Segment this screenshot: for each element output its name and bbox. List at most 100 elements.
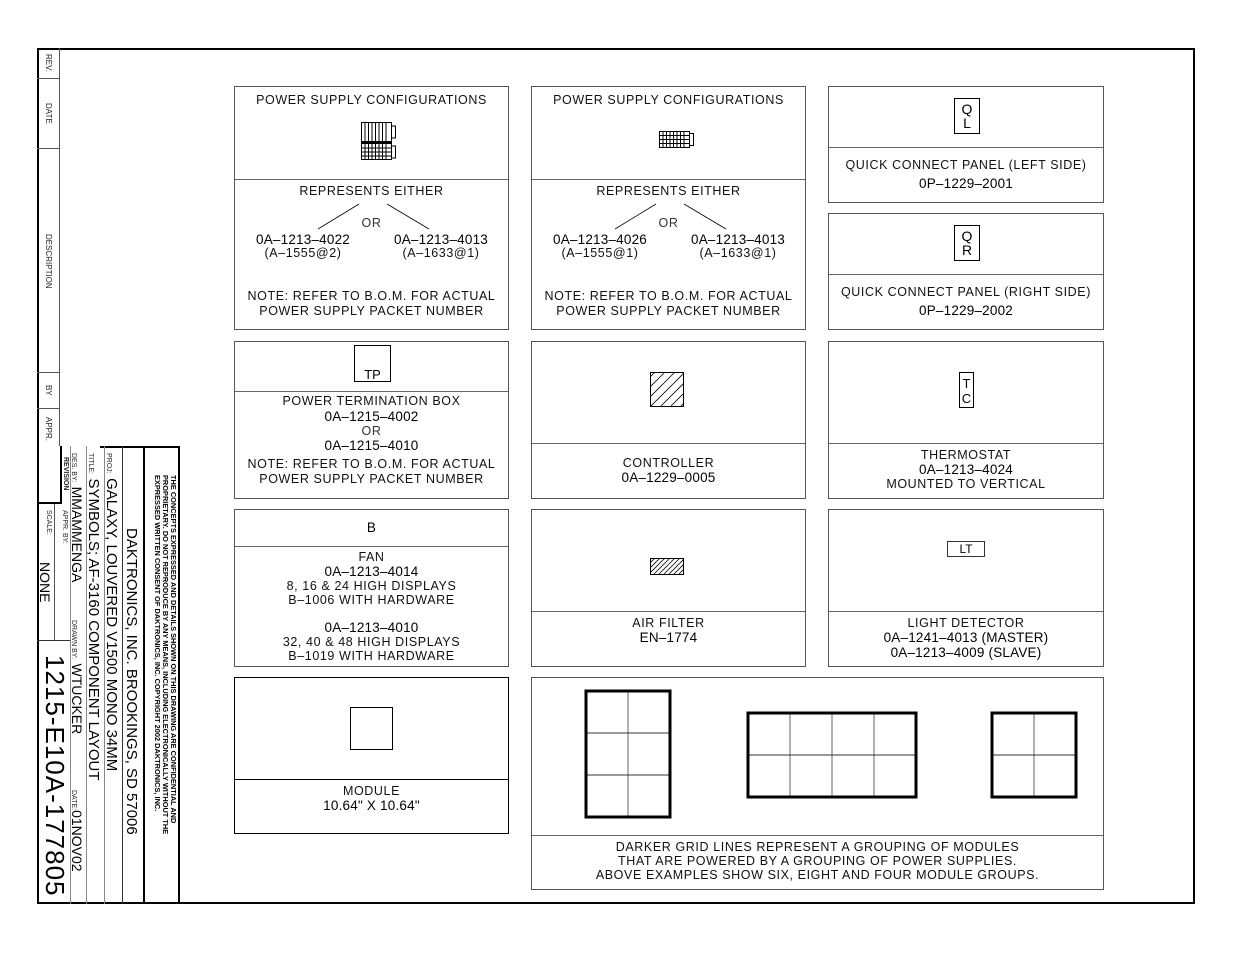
quick-connect-right-symbol: Q R	[954, 225, 980, 261]
module-group-eight	[746, 711, 918, 799]
panel-header: POWER SUPPLY CONFIGURATIONS	[553, 93, 784, 107]
panel-quick-connect-right: Q R QUICK CONNECT PANEL (RIGHT SIDE) 0P–…	[828, 213, 1104, 330]
revision-label: REVISION	[62, 457, 69, 491]
panel-divider	[532, 179, 805, 180]
note-line-2: POWER SUPPLY PACKET NUMBER	[259, 304, 484, 318]
note-line-1: NOTE: REFER TO B.O.M. FOR ACTUAL	[544, 289, 793, 303]
fan-symbol: B	[366, 520, 377, 535]
component-name: FAN	[358, 550, 385, 564]
module-symbol	[350, 707, 393, 750]
panel-power-supply-2: POWER SUPPLY CONFIGURATIONS REPRESENTS E…	[531, 86, 806, 330]
project-value: GALAXY, LOUVERED V1500 MONO 34MM	[103, 478, 120, 772]
panel-module-groups: DARKER GRID LINES REPRESENT A GROUPING O…	[531, 677, 1104, 890]
rev-label: REV.	[44, 54, 53, 72]
fan-description-1b: B–1006 WITH HARDWARE	[288, 593, 455, 607]
note-line-2: POWER SUPPLY PACKET NUMBER	[556, 304, 781, 318]
note-line-2: POWER SUPPLY PACKET NUMBER	[259, 472, 484, 486]
or-label: OR	[658, 216, 679, 230]
panel-module: MODULE 10.64" X 10.64"	[234, 677, 509, 834]
component-name: AIR FILTER	[632, 616, 705, 630]
approved-by-label: APPR. BY:	[61, 510, 68, 544]
panel-divider	[829, 147, 1103, 148]
component-part-number: 0A–1213–4024	[919, 462, 1013, 477]
panel-header: POWER SUPPLY CONFIGURATIONS	[256, 93, 487, 107]
rev-cell-rev: REV.	[37, 48, 59, 79]
component-name: POWER TERMINATION BOX	[282, 394, 461, 408]
or-label: OR	[361, 424, 382, 438]
note-line-1: NOTE: REFER TO B.O.M. FOR ACTUAL	[247, 457, 496, 471]
part-number-right: 0A–1213–4013	[691, 232, 785, 247]
panel-divider	[532, 611, 805, 612]
panel-divider	[532, 443, 805, 444]
panel-air-filter: AIR FILTER EN–1774	[531, 509, 806, 667]
represents-either-label: REPRESENTS EITHER	[299, 184, 444, 198]
panel-power-supply-1: POWER SUPPLY CONFIGURATIONS REPRESENTS E…	[234, 86, 509, 330]
fan-description-2b: B–1019 WITH HARDWARE	[288, 649, 455, 663]
date-label: DATE	[44, 103, 53, 124]
represents-either-label: REPRESENTS EITHER	[596, 184, 741, 198]
panel-divider	[829, 611, 1103, 612]
component-name: QUICK CONNECT PANEL (RIGHT SIDE)	[840, 285, 1092, 299]
groups-note-line-3: ABOVE EXAMPLES SHOW SIX, EIGHT AND FOUR …	[595, 868, 1040, 882]
panel-light-detector: LT LIGHT DETECTOR 0A–1241–4013 (MASTER) …	[828, 509, 1104, 667]
panel-divider	[235, 391, 508, 392]
revision-strip: REV. DATE DESCRIPTION BY APPR.	[37, 48, 60, 446]
panel-divider	[235, 779, 508, 780]
panel-divider	[532, 835, 1103, 836]
component-part-number-2: 0A–1213–4010	[324, 620, 419, 635]
component-name: QUICK CONNECT PANEL (LEFT SIDE)	[845, 158, 1087, 172]
fan-description-1a: 8, 16 & 24 HIGH DISPLAYS	[286, 579, 457, 593]
drawn-by-value: WTUCKER	[69, 663, 85, 735]
scale-value: NONE	[37, 562, 53, 603]
controller-hatched-symbol	[650, 372, 684, 407]
power-supply-double-icon	[361, 122, 396, 160]
groups-note-line-1: DARKER GRID LINES REPRESENT A GROUPING O…	[615, 840, 1020, 854]
component-part-number: 0P–1229–2002	[919, 303, 1013, 318]
panel-fan: B FAN 0A–1213–4014 8, 16 & 24 HIGH DISPL…	[234, 509, 509, 667]
part-sub-right: (A–1633@1)	[699, 246, 777, 260]
component-part-number: 0P–1229–2001	[919, 176, 1013, 191]
component-name: MODULE	[342, 784, 401, 798]
drawing-number: 1215-E10A-177805	[40, 655, 70, 897]
power-supply-single-icon	[659, 131, 694, 148]
project-row: PROJ: GALAXY, LOUVERED V1500 MONO 34MM	[103, 453, 120, 772]
part-sub-left: (A–1555@2)	[264, 246, 342, 260]
rev-cell-by: BY	[37, 373, 59, 409]
panel-quick-connect-left: Q L QUICK CONNECT PANEL (LEFT SIDE) 0P–1…	[828, 86, 1104, 203]
panel-divider	[235, 546, 508, 547]
module-group-six	[584, 689, 672, 819]
legal-notice: THE CONCEPTS EXPRESSED AND DETAILS SHOWN…	[153, 475, 178, 835]
by-label: BY	[44, 385, 53, 396]
part-number-left: 0A–1213–4022	[256, 232, 350, 247]
component-name: LIGHT DETECTOR	[907, 616, 1025, 630]
panel-divider	[235, 179, 508, 180]
rev-cell-date: DATE	[37, 79, 59, 149]
panel-divider	[829, 443, 1103, 444]
part-number-left: 0A–1213–4026	[553, 232, 647, 247]
description-label: DESCRIPTION	[44, 234, 53, 289]
part-number-right: 0A–1213–4013	[394, 232, 488, 247]
part-sub-right: (A–1633@1)	[402, 246, 480, 260]
component-part-number: 0A–1229–0005	[621, 470, 716, 485]
thermostat-symbol: T C	[959, 372, 974, 408]
component-part-number-2: 0A–1215–4010	[324, 438, 419, 453]
or-label: OR	[361, 216, 382, 230]
module-group-four	[990, 711, 1078, 799]
component-part-number-master: 0A–1241–4013 (MASTER)	[883, 630, 1049, 645]
panel-power-termination-box: TP POWER TERMINATION BOX 0A–1215–4002 OR…	[234, 341, 509, 499]
appr-label: APPR.	[44, 417, 53, 442]
panel-thermostat: T C THERMOSTAT 0A–1213–4024 MOUNTED TO V…	[828, 341, 1104, 499]
light-detector-symbol: LT	[947, 541, 985, 557]
rev-cell-description: DESCRIPTION	[37, 149, 59, 373]
designed-by-value: MMAMMENGA	[69, 486, 85, 583]
panel-divider	[829, 274, 1103, 275]
note-line-1: NOTE: REFER TO B.O.M. FOR ACTUAL	[247, 289, 496, 303]
groups-note-line-2: THAT ARE POWERED BY A GROUPING OF POWER …	[618, 854, 1017, 868]
termination-box-symbol: TP	[354, 345, 391, 382]
module-group-examples	[584, 689, 1078, 819]
date-value: 01NOV02	[69, 810, 85, 872]
component-part-number-1: 0A–1213–4014	[324, 564, 419, 579]
component-part-number: EN–1774	[639, 630, 698, 645]
module-size: 10.64" X 10.64"	[323, 798, 420, 813]
air-filter-hatched-symbol	[650, 558, 684, 575]
